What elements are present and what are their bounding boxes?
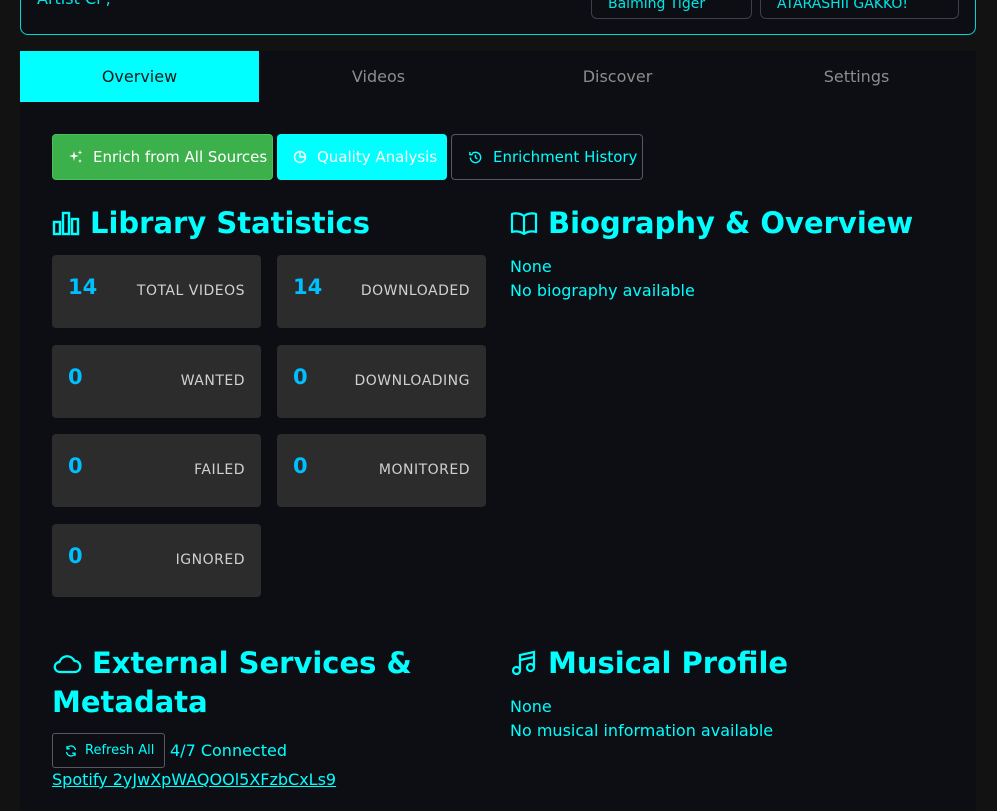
stat-label: DOWNLOADED xyxy=(360,283,470,299)
related-artist-button-2[interactable]: ATARASHII GAKKO! xyxy=(760,0,959,19)
stat-label: IGNORED xyxy=(175,552,245,568)
artist-title: Artist Ci ; xyxy=(37,0,111,8)
external-services-heading-line2: Metadata xyxy=(52,685,208,719)
history-icon xyxy=(468,150,483,165)
stat-label: MONITORED xyxy=(378,462,470,478)
stat-value: 0 xyxy=(68,544,83,568)
spotify-link[interactable]: Spotify 2yJwXpWAQOOl5XFzbCxLs9 xyxy=(52,770,336,789)
biography-heading: Biography & Overview xyxy=(510,206,913,240)
stat-wanted: 0 WANTED xyxy=(52,345,261,418)
sparkles-icon xyxy=(69,150,83,164)
tab-overview[interactable]: Overview xyxy=(20,51,259,102)
refresh-all-button[interactable]: Refresh All xyxy=(52,733,165,768)
stat-downloading: 0 DOWNLOADING xyxy=(277,345,486,418)
stat-value: 0 xyxy=(68,454,83,478)
cloud-icon xyxy=(52,652,82,674)
quality-label: Quality Analysis xyxy=(317,148,438,166)
stat-failed: 0 FAILED xyxy=(52,434,261,507)
stat-value: 14 xyxy=(68,275,98,299)
musical-genre: None xyxy=(510,697,552,716)
refresh-all-label: Refresh All xyxy=(85,743,155,758)
external-services-title-line1: External Services & xyxy=(92,646,412,680)
biography-genre: None xyxy=(510,257,552,276)
tab-discover[interactable]: Discover xyxy=(498,51,737,102)
stat-label: WANTED xyxy=(180,373,245,389)
tab-bar: Overview Videos Discover Settings xyxy=(20,51,976,102)
artist-detail-card: Overview Videos Discover Settings Enrich… xyxy=(20,51,976,811)
bar-chart-icon xyxy=(52,210,80,236)
music-note-icon xyxy=(510,650,538,676)
stat-downloaded: 14 DOWNLOADED xyxy=(277,255,486,328)
musical-profile-title: Musical Profile xyxy=(548,646,789,680)
biography-text: No biography available xyxy=(510,281,695,300)
refresh-icon xyxy=(65,744,77,757)
pie-chart-icon xyxy=(293,150,307,164)
artist-header: Artist Ci ; Balming Tiger ATARASHII GAKK… xyxy=(20,0,976,35)
musical-profile-heading: Musical Profile xyxy=(510,646,788,680)
connected-count: 4/7 Connected xyxy=(170,741,287,760)
book-open-icon xyxy=(510,211,538,235)
quality-analysis-button[interactable]: Quality Analysis xyxy=(277,134,447,180)
enrich-label: Enrich from All Sources xyxy=(93,148,268,166)
tab-videos[interactable]: Videos xyxy=(259,51,498,102)
external-services-title-line2: Metadata xyxy=(52,685,208,719)
stat-value: 0 xyxy=(293,365,308,389)
stat-label: DOWNLOADING xyxy=(354,373,470,389)
stat-value: 0 xyxy=(68,365,83,389)
enrichment-history-button[interactable]: Enrichment History xyxy=(451,134,643,180)
library-statistics-heading: Library Statistics xyxy=(52,206,370,240)
stat-label: TOTAL VIDEOS xyxy=(136,283,245,299)
tab-settings[interactable]: Settings xyxy=(737,51,976,102)
stat-value: 0 xyxy=(293,454,308,478)
related-artist-button-1[interactable]: Balming Tiger xyxy=(591,0,752,19)
spotify-label: Spotify xyxy=(52,770,108,789)
history-label: Enrichment History xyxy=(493,148,638,166)
enrich-button[interactable]: Enrich from All Sources xyxy=(52,134,273,180)
stat-total-videos: 14 TOTAL VIDEOS xyxy=(52,255,261,328)
stat-value: 14 xyxy=(293,275,323,299)
musical-info: No musical information available xyxy=(510,721,774,740)
stat-ignored: 0 IGNORED xyxy=(52,524,261,597)
stat-label: FAILED xyxy=(194,462,245,478)
stat-monitored: 0 MONITORED xyxy=(277,434,486,507)
spotify-id: 2yJwXpWAQOOl5XFzbCxLs9 xyxy=(112,770,337,789)
biography-title: Biography & Overview xyxy=(548,206,914,240)
action-bar: Enrich from All Sources Quality Analysis… xyxy=(52,134,643,180)
library-statistics-title: Library Statistics xyxy=(90,206,370,240)
external-services-heading: External Services & xyxy=(52,646,412,680)
